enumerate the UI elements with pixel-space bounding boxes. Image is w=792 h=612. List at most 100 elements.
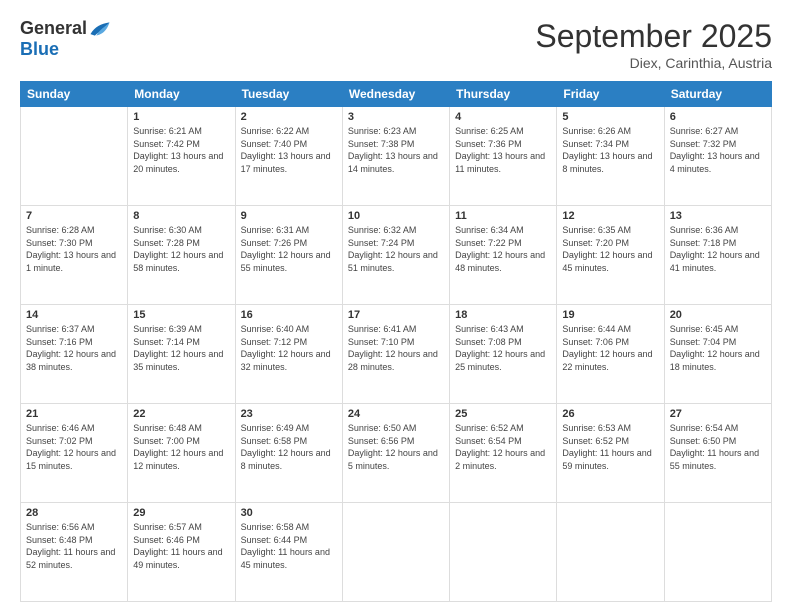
day-info-1-2: Sunrise: 6:31 AMSunset: 7:26 PMDaylight:… xyxy=(241,224,337,274)
week-row-4: 28 Sunrise: 6:56 AMSunset: 6:48 PMDayligh… xyxy=(21,503,772,602)
day-info-0-2: Sunrise: 6:22 AMSunset: 7:40 PMDaylight:… xyxy=(241,125,337,175)
header-monday: Monday xyxy=(128,82,235,107)
day-info-0-5: Sunrise: 6:26 AMSunset: 7:34 PMDaylight:… xyxy=(562,125,658,175)
day-num-1-2: 9 xyxy=(241,210,337,222)
cell-2-3: 17Sunrise: 6:41 AMSunset: 7:10 PMDayligh… xyxy=(342,305,449,404)
day-num-2-3: 17 xyxy=(348,309,444,321)
cell-0-1: 1 Sunrise: 6:21 AMSunset: 7:42 PMDaylight… xyxy=(128,107,235,206)
calendar-table: Sunday Monday Tuesday Wednesday Thursday… xyxy=(20,81,772,602)
cell-0-6: 6Sunrise: 6:27 AMSunset: 7:32 PMDaylight… xyxy=(664,107,771,206)
day-info-1-0: Sunrise: 6:28 AMSunset: 7:30 PMDaylight:… xyxy=(26,224,122,274)
header-wednesday: Wednesday xyxy=(342,82,449,107)
header-friday: Friday xyxy=(557,82,664,107)
day-num-2-0: 14 xyxy=(26,309,122,321)
day-info-2-4: Sunrise: 6:43 AMSunset: 7:08 PMDaylight:… xyxy=(455,323,551,373)
logo-bird-icon xyxy=(89,20,111,38)
day-info-3-5: Sunrise: 6:53 AMSunset: 6:52 PMDaylight:… xyxy=(562,422,658,472)
day-num-3-4: 25 xyxy=(455,408,551,420)
day-num-4-0: 28 xyxy=(26,507,122,519)
cell-3-0: 21Sunrise: 6:46 AMSunset: 7:02 PMDayligh… xyxy=(21,404,128,503)
day-info-3-4: Sunrise: 6:52 AMSunset: 6:54 PMDaylight:… xyxy=(455,422,551,472)
day-info-1-6: Sunrise: 6:36 AMSunset: 7:18 PMDaylight:… xyxy=(670,224,766,274)
header-tuesday: Tuesday xyxy=(235,82,342,107)
cell-4-2: 30 Sunrise: 6:58 AMSunset: 6:44 PMDayligh… xyxy=(235,503,342,602)
cell-2-5: 19 Sunrise: 6:44 AMSunset: 7:06 PMDayligh… xyxy=(557,305,664,404)
day-num-2-6: 20 xyxy=(670,309,766,321)
cell-1-4: 11 Sunrise: 6:34 AMSunset: 7:22 PMDayligh… xyxy=(450,206,557,305)
day-num-1-4: 11 xyxy=(455,210,551,222)
day-info-3-1: Sunrise: 6:48 AMSunset: 7:00 PMDaylight:… xyxy=(133,422,229,472)
day-info-4-0: Sunrise: 6:56 AMSunset: 6:48 PMDaylight:… xyxy=(26,521,122,571)
header: General Blue September 2025 Diex, Carint… xyxy=(20,18,772,71)
day-num-0-2: 2 xyxy=(241,111,337,123)
cell-0-4: 4Sunrise: 6:25 AMSunset: 7:36 PMDaylight… xyxy=(450,107,557,206)
cell-0-2: 2 Sunrise: 6:22 AMSunset: 7:40 PMDaylight… xyxy=(235,107,342,206)
day-num-2-2: 16 xyxy=(241,309,337,321)
cell-4-6 xyxy=(664,503,771,602)
day-info-3-2: Sunrise: 6:49 AMSunset: 6:58 PMDaylight:… xyxy=(241,422,337,472)
week-row-3: 21Sunrise: 6:46 AMSunset: 7:02 PMDayligh… xyxy=(21,404,772,503)
day-info-0-4: Sunrise: 6:25 AMSunset: 7:36 PMDaylight:… xyxy=(455,125,551,175)
header-sunday: Sunday xyxy=(21,82,128,107)
logo-general-text: General xyxy=(20,18,87,39)
day-info-2-0: Sunrise: 6:37 AMSunset: 7:16 PMDaylight:… xyxy=(26,323,122,373)
cell-4-1: 29 Sunrise: 6:57 AMSunset: 6:46 PMDayligh… xyxy=(128,503,235,602)
day-num-1-1: 8 xyxy=(133,210,229,222)
day-num-1-3: 10 xyxy=(348,210,444,222)
day-num-3-5: 26 xyxy=(562,408,658,420)
cell-2-4: 18 Sunrise: 6:43 AMSunset: 7:08 PMDayligh… xyxy=(450,305,557,404)
cell-3-1: 22 Sunrise: 6:48 AMSunset: 7:00 PMDayligh… xyxy=(128,404,235,503)
day-num-4-1: 29 xyxy=(133,507,229,519)
cell-3-5: 26 Sunrise: 6:53 AMSunset: 6:52 PMDayligh… xyxy=(557,404,664,503)
cell-1-6: 13 Sunrise: 6:36 AMSunset: 7:18 PMDayligh… xyxy=(664,206,771,305)
cell-1-0: 7 Sunrise: 6:28 AMSunset: 7:30 PMDaylight… xyxy=(21,206,128,305)
day-num-1-0: 7 xyxy=(26,210,122,222)
cell-1-3: 10 Sunrise: 6:32 AMSunset: 7:24 PMDayligh… xyxy=(342,206,449,305)
week-row-2: 14 Sunrise: 6:37 AMSunset: 7:16 PMDayligh… xyxy=(21,305,772,404)
day-num-0-3: 3 xyxy=(348,111,444,123)
header-saturday: Saturday xyxy=(664,82,771,107)
day-info-0-3: Sunrise: 6:23 AMSunset: 7:38 PMDaylight:… xyxy=(348,125,444,175)
day-info-1-5: Sunrise: 6:35 AMSunset: 7:20 PMDaylight:… xyxy=(562,224,658,274)
cell-3-2: 23Sunrise: 6:49 AMSunset: 6:58 PMDayligh… xyxy=(235,404,342,503)
cell-2-6: 20Sunrise: 6:45 AMSunset: 7:04 PMDayligh… xyxy=(664,305,771,404)
day-info-3-0: Sunrise: 6:46 AMSunset: 7:02 PMDaylight:… xyxy=(26,422,122,472)
day-info-4-2: Sunrise: 6:58 AMSunset: 6:44 PMDaylight:… xyxy=(241,521,337,571)
day-num-1-6: 13 xyxy=(670,210,766,222)
day-info-1-3: Sunrise: 6:32 AMSunset: 7:24 PMDaylight:… xyxy=(348,224,444,274)
day-num-3-1: 22 xyxy=(133,408,229,420)
week-row-1: 7 Sunrise: 6:28 AMSunset: 7:30 PMDaylight… xyxy=(21,206,772,305)
cell-4-0: 28 Sunrise: 6:56 AMSunset: 6:48 PMDayligh… xyxy=(21,503,128,602)
cell-3-6: 27 Sunrise: 6:54 AMSunset: 6:50 PMDayligh… xyxy=(664,404,771,503)
weekday-header-row: Sunday Monday Tuesday Wednesday Thursday… xyxy=(21,82,772,107)
cell-3-3: 24Sunrise: 6:50 AMSunset: 6:56 PMDayligh… xyxy=(342,404,449,503)
day-num-2-5: 19 xyxy=(562,309,658,321)
day-info-0-1: Sunrise: 6:21 AMSunset: 7:42 PMDaylight:… xyxy=(133,125,229,175)
day-num-0-1: 1 xyxy=(133,111,229,123)
cell-4-3 xyxy=(342,503,449,602)
cell-3-4: 25 Sunrise: 6:52 AMSunset: 6:54 PMDayligh… xyxy=(450,404,557,503)
cell-0-3: 3 Sunrise: 6:23 AMSunset: 7:38 PMDaylight… xyxy=(342,107,449,206)
cell-2-1: 15Sunrise: 6:39 AMSunset: 7:14 PMDayligh… xyxy=(128,305,235,404)
cell-0-5: 5 Sunrise: 6:26 AMSunset: 7:34 PMDaylight… xyxy=(557,107,664,206)
cell-1-1: 8Sunrise: 6:30 AMSunset: 7:28 PMDaylight… xyxy=(128,206,235,305)
day-info-1-4: Sunrise: 6:34 AMSunset: 7:22 PMDaylight:… xyxy=(455,224,551,274)
day-num-0-6: 6 xyxy=(670,111,766,123)
cell-2-0: 14 Sunrise: 6:37 AMSunset: 7:16 PMDayligh… xyxy=(21,305,128,404)
day-info-2-5: Sunrise: 6:44 AMSunset: 7:06 PMDaylight:… xyxy=(562,323,658,373)
cell-1-5: 12 Sunrise: 6:35 AMSunset: 7:20 PMDayligh… xyxy=(557,206,664,305)
cell-4-4 xyxy=(450,503,557,602)
day-num-1-5: 12 xyxy=(562,210,658,222)
day-info-3-6: Sunrise: 6:54 AMSunset: 6:50 PMDaylight:… xyxy=(670,422,766,472)
day-num-3-6: 27 xyxy=(670,408,766,420)
week-row-0: 1 Sunrise: 6:21 AMSunset: 7:42 PMDaylight… xyxy=(21,107,772,206)
day-num-4-2: 30 xyxy=(241,507,337,519)
logo: General Blue xyxy=(20,18,111,60)
day-num-0-5: 5 xyxy=(562,111,658,123)
cell-0-0 xyxy=(21,107,128,206)
day-num-3-3: 24 xyxy=(348,408,444,420)
page: General Blue September 2025 Diex, Carint… xyxy=(0,0,792,612)
day-num-2-4: 18 xyxy=(455,309,551,321)
header-thursday: Thursday xyxy=(450,82,557,107)
day-info-4-1: Sunrise: 6:57 AMSunset: 6:46 PMDaylight:… xyxy=(133,521,229,571)
